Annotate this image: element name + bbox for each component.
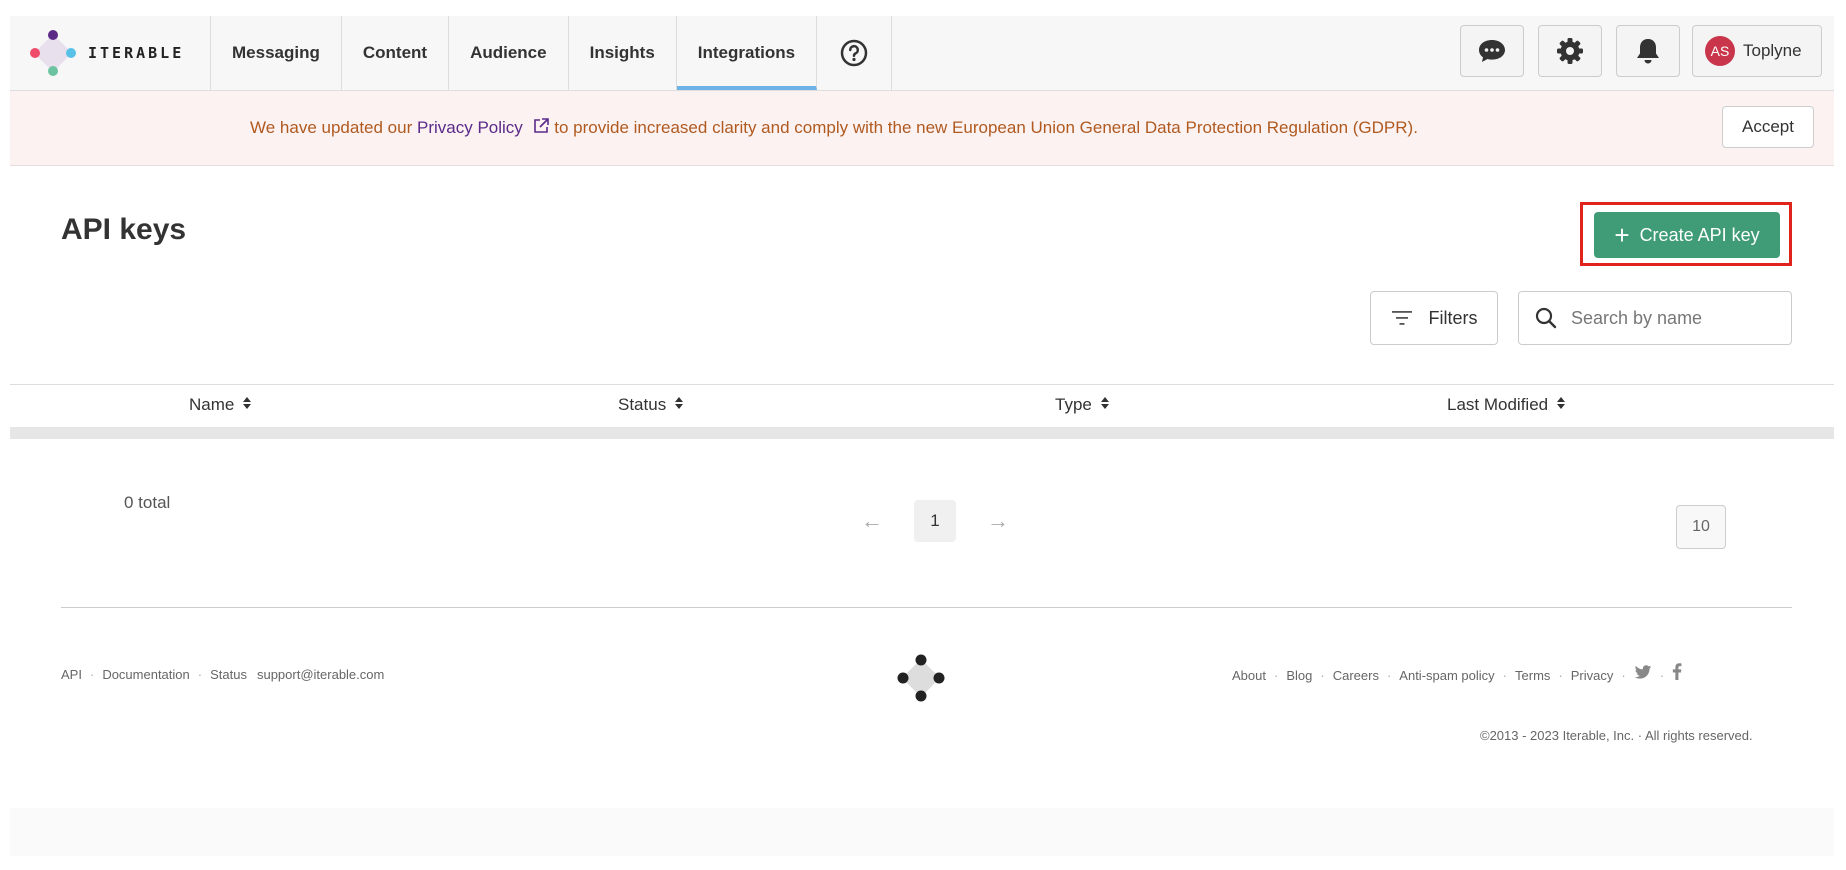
privacy-policy-link-label: Privacy Policy — [416, 118, 523, 137]
create-api-key-label: Create API key — [1639, 224, 1760, 245]
search-box — [1518, 291, 1792, 345]
empty-table-body — [10, 427, 1834, 439]
footer-link-terms[interactable]: Terms — [1515, 668, 1550, 683]
user-name: Toplyne — [1743, 41, 1802, 60]
footer-left-links: API · Documentation · Status support@iterable… — [61, 667, 384, 682]
privacy-banner: We have updated our Privacy Policy to pr… — [10, 91, 1834, 166]
footer-link-careers[interactable]: Careers — [1333, 668, 1379, 683]
pagination: ← 1 → — [850, 500, 1020, 542]
support-email-link[interactable]: support@iterable.com — [257, 667, 384, 682]
page-size-select[interactable]: 10 — [1676, 505, 1726, 549]
footer-separator: · — [89, 667, 95, 682]
help-button[interactable] — [817, 16, 893, 90]
banner-message: We have updated our Privacy Policy to pr… — [250, 117, 1418, 138]
sort-icon — [1100, 397, 1109, 409]
footer-link-documentation[interactable]: Documentation — [102, 667, 189, 682]
column-header-status[interactable]: Status — [618, 395, 684, 415]
footer-logo-icon — [897, 654, 945, 702]
search-input[interactable] — [1569, 306, 1773, 330]
sort-icon — [674, 397, 683, 409]
next-page-button[interactable]: → — [976, 500, 1020, 542]
chat-icon — [1479, 40, 1505, 62]
footer-link-api[interactable]: API — [61, 667, 82, 682]
bottom-bar — [10, 808, 1834, 856]
column-header-last-modified[interactable]: Last Modified — [1447, 395, 1566, 415]
facebook-icon[interactable] — [1672, 663, 1682, 680]
footer-link-blog[interactable]: Blog — [1286, 668, 1312, 683]
column-header-type[interactable]: Type — [1055, 395, 1110, 415]
notifications-button[interactable] — [1616, 25, 1680, 77]
main-nav-tabs: Messaging Content Audience Insights Inte… — [210, 16, 893, 90]
copyright: ©2013 - 2023 Iterable, Inc. · All rights… — [1480, 728, 1753, 743]
filter-icon — [1391, 311, 1412, 325]
create-api-key-button[interactable]: + Create API key — [1594, 212, 1780, 258]
tab-audience[interactable]: Audience — [449, 16, 569, 90]
footer-separator: · — [1558, 668, 1563, 683]
column-label-last-modified: Last Modified — [1447, 395, 1549, 414]
current-page-button[interactable]: 1 — [914, 500, 956, 542]
footer-right-links: About · Blog · Careers · Anti-spam policy · … — [1232, 663, 1682, 683]
column-label-name: Name — [189, 395, 235, 414]
plus-icon: + — [1614, 220, 1630, 250]
column-header-name[interactable]: Name — [189, 395, 252, 415]
tab-messaging[interactable]: Messaging — [211, 16, 342, 90]
privacy-policy-link[interactable]: Privacy Policy — [417, 118, 550, 137]
external-link-icon — [533, 118, 549, 133]
banner-text-after: to provide increased clarity and comply … — [549, 118, 1418, 137]
user-menu-button[interactable]: AS Toplyne — [1692, 25, 1822, 77]
tab-content[interactable]: Content — [342, 16, 450, 90]
tab-integrations[interactable]: Integrations — [676, 16, 818, 90]
filters-label: Filters — [1428, 307, 1478, 328]
footer-separator: · — [1386, 668, 1392, 683]
footer-link-status[interactable]: Status — [210, 667, 247, 682]
total-count: 0 total — [124, 493, 171, 512]
table-header: Name Status Type Last Modified — [10, 384, 1834, 428]
previous-page-button[interactable]: ← — [850, 500, 894, 542]
iterable-logo[interactable]: ITERABLE — [28, 26, 208, 80]
tab-insights[interactable]: Insights — [569, 16, 677, 90]
footer-separator: · — [1502, 668, 1508, 683]
top-nav: ITERABLE Messaging Content Audience Insi… — [10, 16, 1834, 91]
sort-icon — [1556, 397, 1565, 409]
search-icon — [1535, 307, 1557, 329]
brand-name: ITERABLE — [88, 44, 185, 62]
sort-icon — [243, 397, 252, 409]
twitter-icon[interactable] — [1634, 665, 1652, 680]
page-title: API keys — [61, 213, 187, 246]
app-frame: ITERABLE Messaging Content Audience Insi… — [10, 16, 1834, 856]
footer-separator: · — [1621, 668, 1626, 683]
footer-separator: · — [1320, 668, 1325, 683]
footer-link-about[interactable]: About — [1232, 668, 1266, 683]
footer-divider — [61, 607, 1792, 608]
column-label-status: Status — [618, 395, 667, 414]
footer-separator: · — [1273, 668, 1279, 683]
settings-button[interactable] — [1538, 25, 1602, 77]
iterable-logo-icon — [30, 30, 76, 76]
accept-button[interactable]: Accept — [1722, 106, 1814, 148]
avatar: AS — [1705, 36, 1735, 66]
gear-icon — [1557, 38, 1583, 64]
chat-button[interactable] — [1460, 25, 1524, 77]
question-circle-icon — [840, 39, 868, 67]
column-label-type: Type — [1055, 395, 1092, 414]
footer-link-anti-spam[interactable]: Anti-spam policy — [1399, 668, 1494, 683]
footer-link-privacy[interactable]: Privacy — [1571, 668, 1614, 683]
filters-button[interactable]: Filters — [1370, 291, 1498, 345]
banner-text-before: We have updated our — [250, 118, 417, 137]
footer-separator: · — [1659, 668, 1665, 683]
footer-separator: · — [197, 667, 203, 682]
bell-icon — [1637, 39, 1659, 64]
